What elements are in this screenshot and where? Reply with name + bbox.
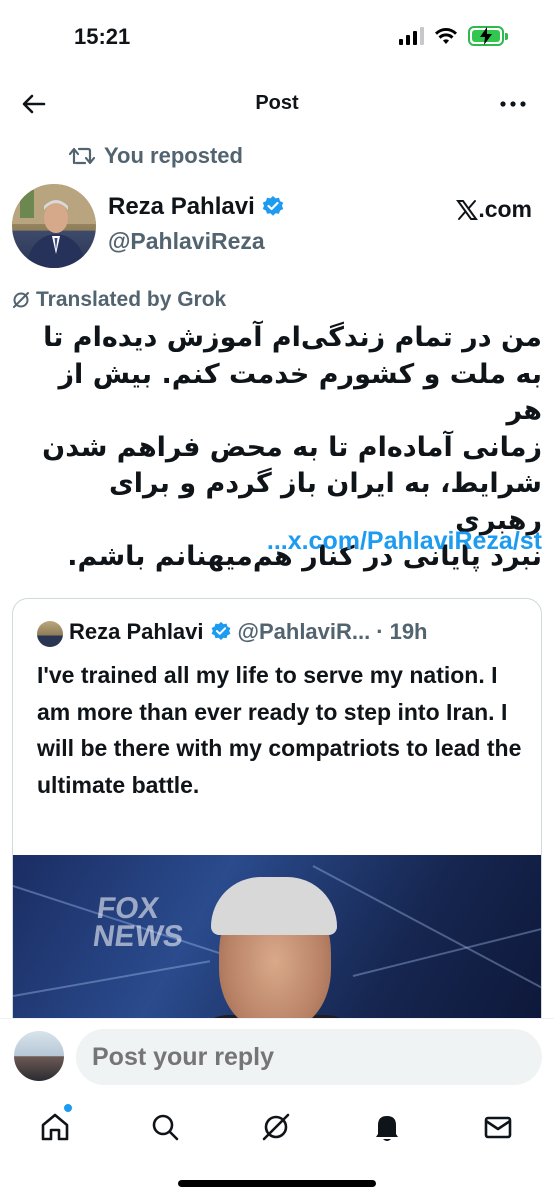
- status-time: 15:21: [74, 24, 131, 49]
- grok-icon: [13, 292, 29, 308]
- translation-label: Translated by Grok: [36, 288, 227, 311]
- post-header: Post: [0, 80, 554, 130]
- source-label: .com: [478, 196, 532, 222]
- repost-label: You reposted: [104, 143, 243, 168]
- page-title: Post: [255, 92, 299, 114]
- verified-badge-icon: [211, 621, 230, 640]
- repost-icon: [68, 147, 96, 165]
- translation-notice[interactable]: Translated by Grok: [12, 288, 226, 312]
- source-link[interactable]: .com: [456, 196, 532, 223]
- notifications-icon[interactable]: [370, 1110, 404, 1144]
- author-name[interactable]: Reza Pahlavi: [108, 193, 285, 221]
- media-figure-hair: [211, 877, 337, 935]
- quote-media-image[interactable]: FOX NEWS: [13, 855, 541, 1037]
- wifi-icon: [435, 28, 457, 44]
- post-line: زمانی آماده‌ام تا به محض فراهم شدن: [42, 431, 542, 463]
- quote-author-name: Reza Pahlavi: [69, 619, 204, 644]
- verified-badge-icon: [262, 196, 283, 216]
- reply-bar: [0, 1018, 554, 1098]
- home-indicator: [178, 1180, 376, 1187]
- post-link[interactable]: ...x.com/PahlaviReza/st: [267, 527, 542, 556]
- author-handle[interactable]: @PahlaviReza: [108, 228, 265, 255]
- author-name-text: Reza Pahlavi: [108, 193, 255, 220]
- author-avatar[interactable]: [12, 184, 96, 268]
- status-icons: [399, 26, 508, 46]
- grok-icon[interactable]: [259, 1110, 293, 1144]
- more-icon[interactable]: [498, 92, 528, 116]
- post-line: به ملت و کشورم خدمت کنم. بیش از هر: [58, 358, 542, 427]
- user-avatar[interactable]: [12, 1029, 66, 1083]
- home-icon[interactable]: [38, 1110, 72, 1144]
- home-notification-dot: [64, 1104, 72, 1112]
- quote-avatar: [37, 621, 63, 647]
- signal-icon: [399, 27, 424, 45]
- quote-timestamp: 19h: [389, 619, 428, 644]
- status-bar: 15:21: [0, 0, 554, 74]
- avatar-portrait: [12, 184, 96, 268]
- search-icon[interactable]: [148, 1110, 182, 1144]
- messages-icon[interactable]: [481, 1110, 515, 1144]
- quote-text: I've trained all my life to serve my nat…: [37, 662, 522, 798]
- x-logo-icon: [456, 199, 479, 220]
- quote-author-handle: @PahlaviR...: [237, 619, 371, 644]
- reply-input[interactable]: [76, 1029, 542, 1085]
- quoted-post-card[interactable]: Reza Pahlavi @PahlaviR... · 19h I've tra…: [12, 598, 542, 1038]
- quote-separator: ·: [376, 619, 384, 644]
- battery-icon: [468, 26, 508, 46]
- bottom-nav: [0, 1098, 554, 1158]
- repost-indicator[interactable]: You reposted: [68, 143, 243, 169]
- media-logo: FOX NEWS: [90, 892, 186, 953]
- post-line: من در تمام زندگی‌ام آموزش دیده‌ام تا: [43, 322, 542, 353]
- quote-header: Reza Pahlavi @PahlaviR... · 19h: [69, 619, 428, 645]
